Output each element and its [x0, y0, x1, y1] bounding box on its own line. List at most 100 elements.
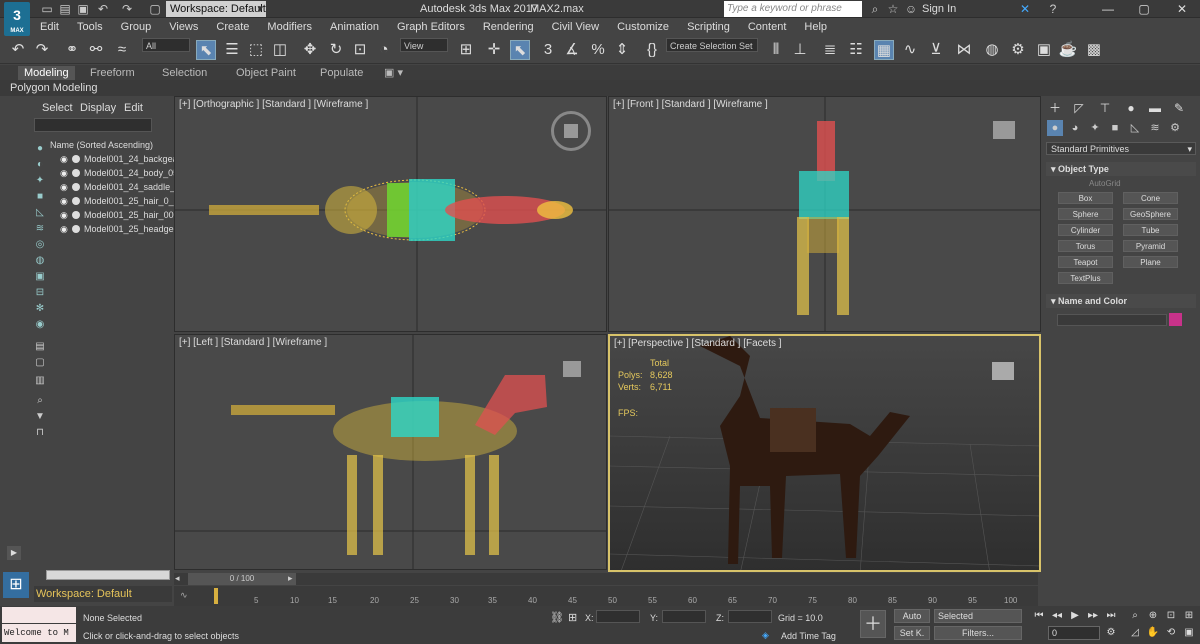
move-icon[interactable]: ✥ — [300, 40, 320, 60]
menu-animation[interactable]: Animation — [320, 18, 387, 36]
menu-tools[interactable]: Tools — [67, 18, 111, 36]
render-production-icon[interactable]: ▩ — [1084, 40, 1104, 60]
pan-view-icon[interactable]: ✋ — [1146, 626, 1160, 640]
minimize-button[interactable]: — — [1090, 0, 1126, 18]
tab-selection[interactable]: Selection — [162, 66, 207, 80]
cameras-icon[interactable]: ■ — [1107, 120, 1123, 136]
curve-editor-mini-icon[interactable]: ∿ — [180, 590, 188, 601]
explorer-column-header[interactable]: Name (Sorted Ascending) — [50, 140, 153, 150]
percent-snap-icon[interactable]: % — [588, 40, 608, 60]
geosphere-button[interactable]: GeoSphere — [1123, 208, 1178, 220]
app-logo[interactable]: 3 MAX — [4, 2, 30, 36]
rectangular-selection-icon[interactable]: ⬚ — [246, 40, 266, 60]
zoom-extents-icon[interactable]: ⊡ — [1164, 609, 1178, 623]
menu-content[interactable]: Content — [738, 18, 795, 36]
ribbon-options-icon[interactable]: ▣ ▾ — [384, 66, 403, 80]
close-button[interactable]: ✕ — [1164, 0, 1200, 18]
scale-icon[interactable]: ⊡ — [350, 40, 370, 60]
object-name-input[interactable] — [1057, 314, 1167, 326]
teapot-button[interactable]: Teapot — [1058, 256, 1113, 268]
schematic-view-icon[interactable]: ⋈ — [954, 40, 974, 60]
absolute-mode-icon[interactable]: ⊞ — [568, 611, 577, 624]
eye-icon[interactable]: ◉ — [60, 180, 70, 194]
select-by-name-icon[interactable]: ☰ — [222, 40, 242, 60]
viewport-label[interactable]: [+] [Front ] [Standard ] [Wireframe ] — [613, 99, 768, 110]
edit-named-selection-icon[interactable]: {} — [642, 40, 662, 60]
filter-spacewarps-icon[interactable]: ≋ — [33, 222, 47, 235]
viewcube-icon[interactable] — [563, 361, 581, 377]
freeze-icon[interactable] — [72, 225, 80, 233]
menu-help[interactable]: Help — [794, 18, 835, 36]
unlink-icon[interactable]: ⚯ — [86, 40, 106, 60]
render-setup-icon[interactable]: ⚙ — [1008, 40, 1028, 60]
object-type-rollout[interactable]: ▾ Object Type — [1046, 162, 1196, 176]
render-teapot-icon[interactable]: ☕ — [1058, 40, 1078, 60]
create-tab-icon[interactable]: ＋ — [1047, 100, 1063, 116]
display-all-icon[interactable]: ▤ — [33, 340, 47, 353]
select-manipulate-icon[interactable]: ✛ — [484, 40, 504, 60]
set-key-button[interactable]: Set K. — [894, 626, 930, 640]
placement-icon[interactable]: ◔ — [374, 40, 394, 60]
list-item[interactable]: ◉ Model001_24_body_05 — [60, 166, 178, 180]
go-to-start-icon[interactable]: ⏮ — [1032, 609, 1046, 623]
time-slider[interactable]: ◂ 0 / 100 ▸ — [174, 573, 1038, 585]
filter-containers-icon[interactable]: ⊟ — [33, 286, 47, 299]
time-tag-icon[interactable]: ◈ — [762, 630, 769, 641]
zoom-extents-all-icon[interactable]: ⊞ — [1182, 609, 1196, 623]
list-item[interactable]: ◉ Model001_25_headgea — [60, 222, 179, 236]
modify-tab-icon[interactable]: ◸ — [1071, 100, 1087, 116]
select-object-icon[interactable]: ⬉ — [196, 40, 216, 60]
user-icon[interactable]: ☺ — [904, 2, 918, 16]
menu-create[interactable]: Create — [206, 18, 257, 36]
eye-icon[interactable]: ◉ — [60, 166, 70, 180]
exchange-icon[interactable]: ✕ — [1018, 2, 1032, 16]
menu-modifiers[interactable]: Modifiers — [257, 18, 320, 36]
pivot-center-icon[interactable]: ⊞ — [456, 40, 476, 60]
undo-icon[interactable]: ↶ — [8, 40, 28, 60]
eye-icon[interactable]: ◉ — [60, 222, 70, 236]
list-item[interactable]: ◉ Model001_24_saddle_0 — [60, 180, 180, 194]
utilities-tab-icon[interactable]: ✎ — [1171, 100, 1187, 116]
viewcube-icon[interactable] — [551, 111, 591, 151]
window-crossing-icon[interactable]: ◫ — [270, 40, 290, 60]
object-color-swatch[interactable] — [1169, 313, 1182, 326]
viewport-front[interactable]: [+] [Front ] [Standard ] [Wireframe ] — [608, 96, 1041, 332]
pyramid-button[interactable]: Pyramid — [1123, 240, 1178, 252]
x-coord-input[interactable] — [596, 610, 640, 623]
textplus-button[interactable]: TextPlus — [1058, 272, 1113, 284]
rendered-frame-window-icon[interactable]: ▣ — [1034, 40, 1054, 60]
layer-explorer-icon[interactable]: ≣ — [820, 40, 840, 60]
isolate-selection-icon[interactable]: ⛓ — [550, 611, 564, 624]
layers-icon[interactable]: ☷ — [846, 40, 866, 60]
help-icon[interactable]: ? — [1046, 2, 1060, 16]
time-slider-thumb[interactable]: 0 / 100 — [188, 573, 296, 585]
freeze-icon[interactable] — [72, 211, 80, 219]
filter-lights-icon[interactable]: ✦ — [33, 174, 47, 187]
zoom-icon[interactable]: ⌕ — [1128, 609, 1142, 623]
help-search-input[interactable]: Type a keyword or phrase — [724, 1, 862, 17]
sphere-button[interactable]: Sphere — [1058, 208, 1113, 220]
systems-icon[interactable]: ⚙ — [1167, 120, 1183, 136]
track-bar[interactable]: ∿ 5 10 15 20 25 30 35 40 45 50 55 60 65 … — [174, 586, 1038, 606]
eye-icon[interactable]: ◉ — [60, 208, 70, 222]
viewcube-icon[interactable] — [993, 121, 1015, 139]
add-time-tag-button[interactable]: Add Time Tag — [781, 631, 836, 641]
list-item[interactable]: ◉ Model001_25_hair_001 — [60, 208, 179, 222]
autogrid-checkbox[interactable]: AutoGrid — [1089, 179, 1121, 188]
ribbon-toggle-icon[interactable]: ▦ — [874, 40, 894, 60]
tab-freeform[interactable]: Freeform — [90, 66, 135, 80]
explorer-menu-edit[interactable]: Edit — [124, 102, 143, 114]
viewport-perspective[interactable]: [+] [Perspective ] [Standard ] [Facets ]… — [608, 334, 1041, 572]
explorer-menu-display[interactable]: Display — [80, 102, 116, 114]
filter-xrefs-icon[interactable]: ◍ — [33, 254, 47, 267]
explorer-expand-icon[interactable]: ▶ — [7, 546, 21, 560]
redo-icon[interactable]: ↷ — [120, 2, 134, 16]
y-coord-input[interactable] — [662, 610, 706, 623]
binoculars-icon[interactable]: ⌕ — [868, 2, 882, 16]
filter-bones-icon[interactable]: ▣ — [33, 270, 47, 283]
filter-funnel-icon[interactable]: ▼ — [33, 410, 47, 423]
play-icon[interactable]: ▶ — [1068, 609, 1082, 623]
bind-space-warp-icon[interactable]: ≈ — [112, 40, 132, 60]
viewport-left[interactable]: [+] [Left ] [Standard ] [Wireframe ] — [174, 334, 607, 570]
zoom-all-icon[interactable]: ⊕ — [1146, 609, 1160, 623]
